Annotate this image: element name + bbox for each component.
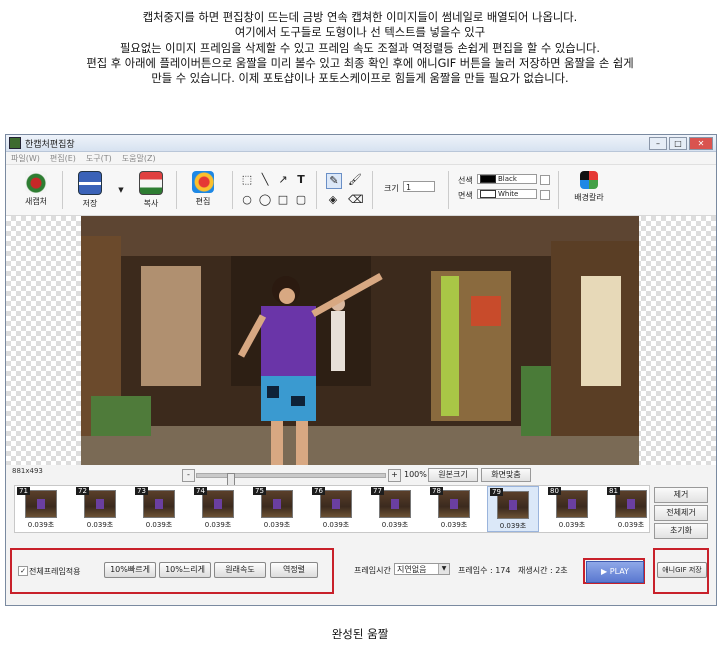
fit-screen-button[interactable]: 화면맞춤 bbox=[481, 468, 531, 482]
copy-icon bbox=[139, 171, 163, 195]
frame-thumbnail[interactable]: 72 0.039초 bbox=[74, 486, 126, 532]
frame-thumbnail[interactable]: 76 0.039초 bbox=[310, 486, 362, 532]
frame-thumbnail[interactable]: 77 0.039초 bbox=[369, 486, 421, 532]
slower-button[interactable]: 10%느리게 bbox=[159, 562, 211, 578]
menu-edit[interactable]: 편집(E) bbox=[50, 153, 76, 164]
frame-thumbnail[interactable]: 80 0.039초 bbox=[546, 486, 598, 532]
frame-thumbnail-selected[interactable]: 79 0.039초 bbox=[487, 486, 539, 532]
bg-color-button[interactable]: 배경칼라 bbox=[566, 171, 612, 203]
line-color-select[interactable]: Black bbox=[477, 174, 537, 184]
apply-all-checkbox[interactable]: ✓ bbox=[18, 566, 28, 576]
save-gif-button[interactable]: 애니GIF 저장 bbox=[657, 562, 707, 578]
reverse-button[interactable]: 역정렬 bbox=[270, 562, 318, 578]
toolbar: 새캡처 저장 ▼ 복사 편집 ⬚ ╲ ↗ T ○ ◯ □ ▢ ✎ 🖌 ◈ ⌫ 크… bbox=[6, 165, 716, 216]
circle-tool-icon[interactable]: ◯ bbox=[258, 193, 272, 207]
frame-time-label: 프레임시간 bbox=[354, 566, 391, 575]
menu-bar: 파일(W) 편집(E) 도구(T) 도움말(Z) bbox=[6, 152, 716, 165]
face-color-select[interactable]: White bbox=[477, 189, 537, 199]
pen-tool-icon[interactable]: ✎ bbox=[326, 173, 342, 189]
chevron-down-icon: ▼ bbox=[438, 564, 449, 574]
delete-all-button[interactable]: 전체제거 bbox=[654, 505, 708, 521]
save-icon bbox=[78, 171, 102, 195]
frame-thumbnail[interactable]: 73 0.039초 bbox=[133, 486, 185, 532]
scene-image bbox=[81, 216, 639, 465]
frame-thumbnail[interactable]: 81 0.039초 bbox=[605, 486, 649, 532]
edit-icon bbox=[192, 171, 214, 193]
frame-image bbox=[81, 216, 639, 465]
frame-thumbnail[interactable]: 74 0.039초 bbox=[192, 486, 244, 532]
brush-tool-icon[interactable]: 🖌 bbox=[348, 173, 362, 187]
bottom-options-bar: ✓ 전체프레임적용 10%빠르게 10%느리게 원래속도 역정렬 프레임시간 지… bbox=[6, 542, 716, 604]
caption-line: 여기에서 도구들로 도형이나 선 텍스트를 넣을수 있구 bbox=[234, 26, 486, 40]
title-bar: 한캡처편집창 – □ ✕ bbox=[6, 135, 716, 152]
menu-file[interactable]: 파일(W) bbox=[11, 153, 40, 164]
caption-line: 캡처중지를 하면 편집창이 뜨는데 금방 연속 캡쳐한 이미지들이 썸네일로 배… bbox=[142, 11, 578, 24]
zoom-out-button[interactable]: - bbox=[182, 469, 195, 482]
capture-icon bbox=[25, 171, 47, 193]
original-speed-button[interactable]: 원래속도 bbox=[214, 562, 266, 578]
bottom-caption: 완성된 움짤 bbox=[331, 627, 389, 641]
edit-canvas[interactable] bbox=[6, 216, 716, 465]
original-size-button[interactable]: 원본크기 bbox=[428, 468, 478, 482]
ellipse-tool-icon[interactable]: ○ bbox=[240, 193, 254, 207]
rounded-rect-tool-icon[interactable]: ▢ bbox=[294, 193, 308, 207]
zoom-slider[interactable] bbox=[196, 473, 386, 487]
maximize-button[interactable]: □ bbox=[669, 136, 687, 150]
edit-button[interactable]: 편집 bbox=[183, 171, 223, 207]
menu-tools[interactable]: 도구(T) bbox=[86, 153, 112, 164]
save-button[interactable]: 저장 bbox=[70, 171, 110, 209]
zoom-level: 100% bbox=[404, 470, 427, 479]
rectangle-tool-icon[interactable]: □ bbox=[276, 193, 290, 207]
image-dimensions: 881x493 bbox=[12, 467, 43, 475]
play-button[interactable]: ▶ PLAY bbox=[586, 561, 644, 583]
frame-time-select[interactable]: 지연없음 ▼ bbox=[394, 563, 450, 575]
menu-help[interactable]: 도움말(Z) bbox=[122, 153, 156, 164]
frame-thumbnail[interactable]: 78 0.039초 bbox=[428, 486, 480, 532]
minimize-button[interactable]: – bbox=[649, 136, 667, 150]
arrow-tool-icon[interactable]: ↗ bbox=[276, 173, 290, 187]
rect-select-icon[interactable]: ⬚ bbox=[240, 173, 254, 187]
new-capture-button[interactable]: 새캡처 bbox=[16, 171, 56, 207]
face-color-checkbox[interactable] bbox=[540, 190, 550, 200]
reset-button[interactable]: 초기화 bbox=[654, 523, 708, 539]
frame-count: 프레임수 : 174 bbox=[458, 566, 511, 575]
caption-line: 만들 수 있습니다. 이제 포토샵이나 포토스케이프로 힘들게 움짤을 만들 필… bbox=[151, 72, 569, 86]
delete-frame-button[interactable]: 제거 bbox=[654, 487, 708, 503]
caption-line: 필요없는 이미지 프레임을 삭제할 수 있고 프레임 속도 조절과 역정렬등 손… bbox=[120, 41, 600, 55]
close-button[interactable]: ✕ bbox=[689, 136, 713, 150]
window-title: 한캡처편집창 bbox=[25, 139, 75, 150]
frame-thumbnail[interactable]: 75 0.039초 bbox=[251, 486, 303, 532]
app-icon bbox=[9, 137, 21, 149]
line-color-checkbox[interactable] bbox=[540, 175, 550, 185]
line-tool-icon[interactable]: ╲ bbox=[258, 173, 272, 187]
copy-button[interactable]: 복사 bbox=[131, 171, 171, 209]
face-color-label: 면색 bbox=[458, 191, 473, 200]
text-tool-icon[interactable]: T bbox=[294, 173, 308, 187]
caption-text: 캡처중지를 하면 편집창이 뜨는데 금방 연속 캡쳐한 이미지들이 썸네일로 배… bbox=[0, 10, 720, 86]
frame-filmstrip[interactable]: 71 0.039초 72 0.039초 73 0.039초 74 0.039초 75 0.… bbox=[14, 485, 650, 533]
line-color-label: 선색 bbox=[458, 176, 473, 185]
faster-button[interactable]: 10%빠르게 bbox=[104, 562, 156, 578]
eraser-tool-icon[interactable]: ⌫ bbox=[348, 193, 364, 207]
caption-line: 편집 후 아래에 플레이버튼으로 움짤을 미리 볼수 있고 최종 확인 후에 애… bbox=[86, 56, 634, 70]
save-dropdown-icon[interactable]: ▼ bbox=[114, 183, 128, 197]
frame-thumbnail[interactable]: 71 0.039초 bbox=[15, 486, 67, 532]
fill-tool-icon[interactable]: ◈ bbox=[326, 193, 340, 207]
zoom-in-button[interactable]: + bbox=[388, 469, 401, 482]
palette-icon bbox=[580, 171, 598, 189]
editor-window: 한캡처편집창 – □ ✕ 파일(W) 편집(E) 도구(T) 도움말(Z) 새캡… bbox=[5, 134, 717, 606]
play-time: 재생시간 : 2초 bbox=[518, 566, 568, 575]
size-spinner[interactable]: 1 bbox=[403, 181, 435, 192]
size-label: 크기 bbox=[384, 184, 399, 193]
apply-all-label: 전체프레임적용 bbox=[29, 567, 81, 576]
